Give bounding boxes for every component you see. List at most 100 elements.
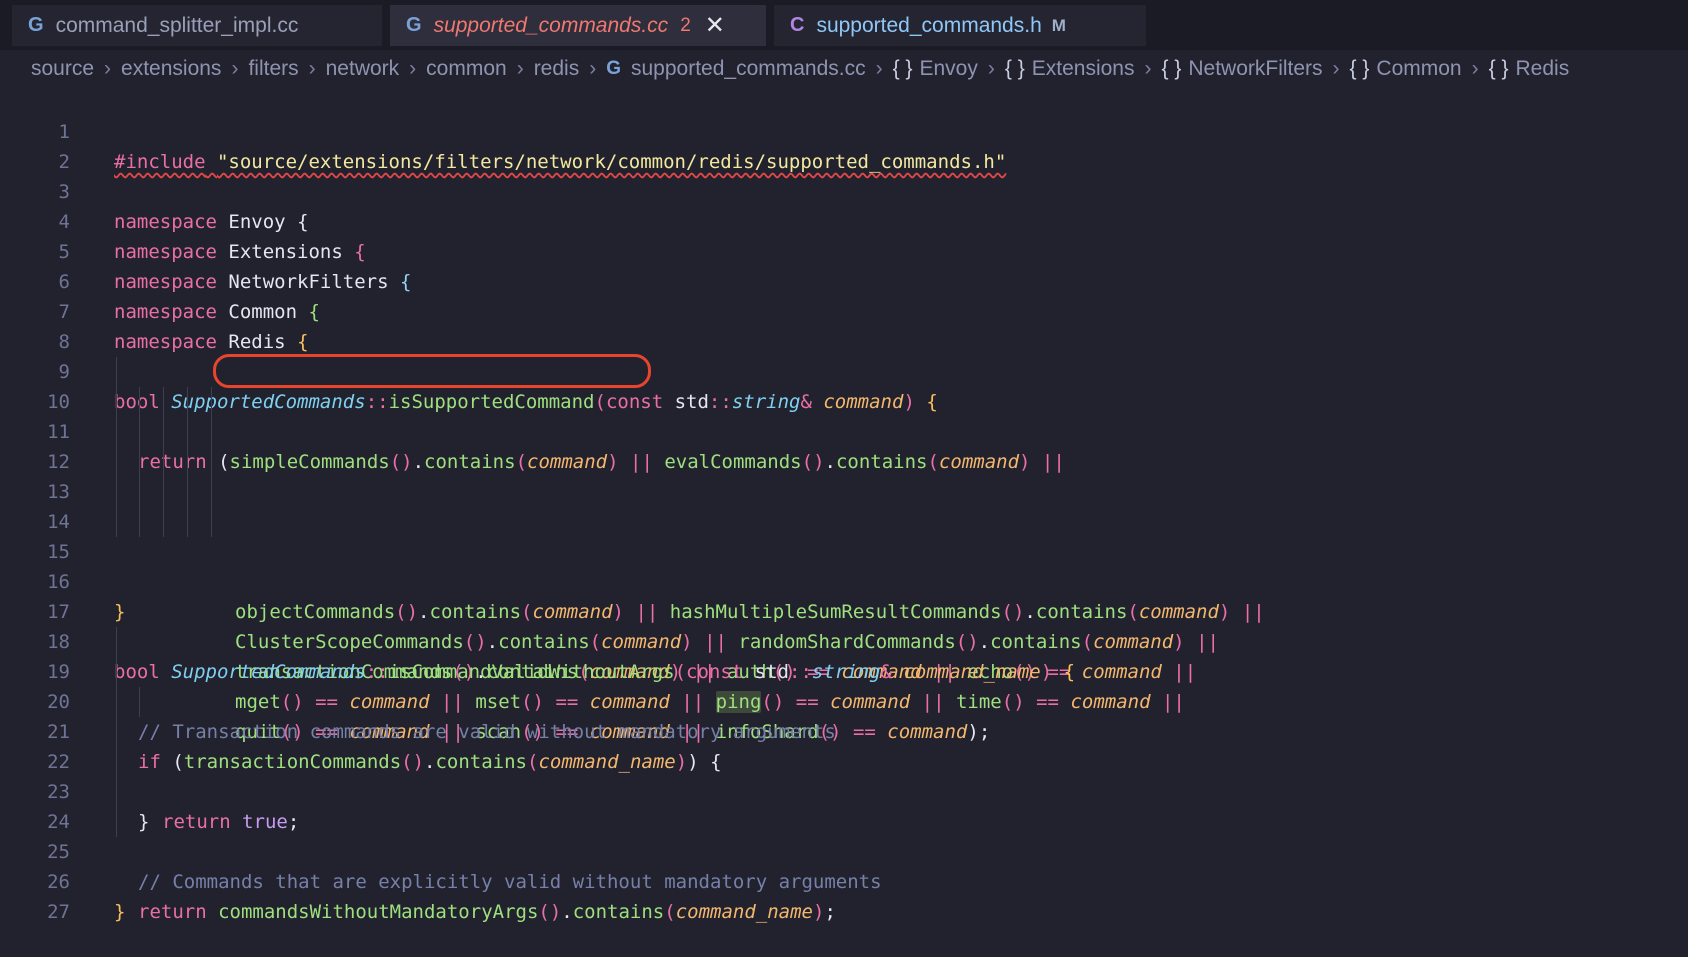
tab-label: supported_commands.h bbox=[816, 13, 1042, 37]
tab-label: command_splitter_impl.cc bbox=[55, 13, 299, 37]
code-line[interactable]: 4 namespace Extensions { bbox=[0, 177, 1688, 263]
close-icon[interactable]: ✕ bbox=[705, 11, 725, 40]
indent-guide bbox=[139, 417, 140, 447]
indent-guide bbox=[116, 807, 117, 837]
namespace-symbol-icon: { } bbox=[1004, 57, 1025, 80]
chevron-right-icon: › bbox=[1471, 57, 1479, 80]
chevron-right-icon: › bbox=[875, 57, 883, 80]
breadcrumb-folder[interactable]: source bbox=[31, 57, 94, 81]
indent-guide bbox=[139, 507, 140, 537]
code-line[interactable]: 6 namespace Common { bbox=[0, 237, 1688, 323]
code-line[interactable]: 21 return true; bbox=[0, 687, 1688, 833]
namespace-symbol-icon: { } bbox=[1349, 57, 1370, 80]
indent-guide bbox=[116, 627, 117, 657]
code-line[interactable]: 11 objectCommands().contains(command) ||… bbox=[0, 387, 1688, 623]
token: return bbox=[138, 901, 207, 923]
breadcrumb-folder[interactable]: filters bbox=[248, 57, 298, 81]
indent-guide bbox=[116, 657, 117, 687]
chevron-right-icon: › bbox=[1144, 57, 1152, 80]
chevron-right-icon: › bbox=[987, 57, 995, 80]
breadcrumb-folder[interactable]: extensions bbox=[121, 57, 221, 81]
indent-guide bbox=[211, 507, 212, 537]
indent-guide bbox=[163, 447, 164, 477]
code-line[interactable]: 19 // Transaction commands are valid wit… bbox=[0, 627, 1688, 743]
cpp-file-icon: G bbox=[28, 14, 44, 36]
code-line[interactable]: 7 namespace Redis { bbox=[0, 267, 1688, 353]
code-line[interactable]: 25 return commandsWithoutMandatoryArgs()… bbox=[0, 807, 1688, 923]
annotation-circle bbox=[213, 354, 651, 388]
problems-count-badge: 2 bbox=[680, 14, 691, 36]
code-text: return commandsWithoutMandatoryArgs().co… bbox=[138, 901, 836, 923]
code-line[interactable]: 17 bbox=[0, 567, 1688, 623]
code-line[interactable]: 9 bool SupportedCommands::isSupportedCom… bbox=[0, 327, 1688, 413]
line-number: 27 bbox=[47, 901, 70, 923]
indent-guide bbox=[211, 447, 212, 477]
namespace-symbol-icon: { } bbox=[1161, 57, 1182, 80]
indent-guide bbox=[139, 387, 140, 417]
indent-guide bbox=[139, 687, 140, 717]
indent-guide bbox=[116, 507, 117, 537]
modified-status-badge: M bbox=[1051, 15, 1066, 35]
indent-guide bbox=[116, 777, 117, 807]
indent-guide bbox=[116, 687, 117, 717]
code-line[interactable]: 3 namespace Envoy { bbox=[0, 147, 1688, 233]
tab-label: supported_commands.cc bbox=[433, 13, 669, 37]
chevron-right-icon: › bbox=[104, 57, 112, 80]
code-line[interactable]: 18 bool SupportedCommands::isCommandVali… bbox=[0, 597, 1688, 683]
code-line[interactable]: 27 bbox=[0, 867, 1688, 923]
chevron-right-icon: › bbox=[409, 57, 417, 80]
chevron-right-icon: › bbox=[589, 57, 597, 80]
code-line[interactable]: 22 } bbox=[0, 717, 1688, 833]
code-line[interactable]: 16 } bbox=[0, 537, 1688, 623]
code-line[interactable]: 23 bbox=[0, 747, 1688, 803]
indent-guide bbox=[211, 477, 212, 507]
breadcrumb-folder[interactable]: common bbox=[426, 57, 507, 81]
breadcrumb-folder[interactable]: redis bbox=[534, 57, 580, 81]
code-line[interactable]: 14 mget() == command || mset() == comman… bbox=[0, 477, 1688, 713]
indent-guide bbox=[116, 357, 117, 387]
breadcrumb: source › extensions › filters › network … bbox=[31, 54, 1569, 84]
code-line[interactable]: 1 #include "source/extensions/filters/ne… bbox=[0, 87, 1688, 173]
tab-bar: G command_splitter_impl.cc G supported_c… bbox=[0, 0, 1688, 50]
indent-guide bbox=[163, 387, 164, 417]
namespace-symbol-icon: { } bbox=[892, 57, 913, 80]
tab-supported-commands-h[interactable]: C supported_commands.h M bbox=[774, 5, 1146, 46]
indent-guide bbox=[116, 387, 117, 417]
indent-guide bbox=[139, 477, 140, 507]
code-line[interactable]: 8 bbox=[0, 297, 1688, 353]
code-editor[interactable]: 1 #include "source/extensions/filters/ne… bbox=[0, 87, 1688, 923]
indent-guide bbox=[116, 717, 117, 747]
chevron-right-icon: › bbox=[516, 57, 524, 80]
chevron-right-icon: › bbox=[1332, 57, 1340, 80]
code-line[interactable]: 13 transactionCommands().contains(comman… bbox=[0, 447, 1688, 683]
tab-supported-commands-cc[interactable]: G supported_commands.cc 2 ✕ bbox=[390, 5, 766, 46]
breadcrumb-symbol[interactable]: Common bbox=[1376, 57, 1461, 81]
breadcrumb-symbol[interactable]: Envoy bbox=[920, 57, 978, 81]
code-line[interactable]: 10 return (simpleCommands().contains(com… bbox=[0, 354, 1688, 473]
indent-guide bbox=[163, 477, 164, 507]
code-line[interactable]: 5 namespace NetworkFilters { bbox=[0, 207, 1688, 293]
token: contains bbox=[572, 901, 665, 923]
code-line[interactable]: 24 // Commands that are explicitly valid… bbox=[0, 777, 1688, 893]
indent-guide bbox=[116, 417, 117, 447]
code-line[interactable]: 2 bbox=[0, 117, 1688, 173]
indent-guide bbox=[116, 747, 117, 777]
indent-guide bbox=[163, 507, 164, 537]
chevron-right-icon: › bbox=[308, 57, 316, 80]
indent-guide bbox=[187, 477, 188, 507]
code-line[interactable]: 12 ClusterScopeCommands().contains(comma… bbox=[0, 417, 1688, 653]
indent-guide bbox=[187, 387, 188, 417]
token: command_name bbox=[675, 901, 813, 923]
breadcrumb-symbol[interactable]: NetworkFilters bbox=[1188, 57, 1322, 81]
code-line[interactable]: 26 } bbox=[0, 837, 1688, 923]
tab-command-splitter-impl[interactable]: G command_splitter_impl.cc bbox=[12, 5, 382, 46]
breadcrumb-file[interactable]: supported_commands.cc bbox=[631, 57, 866, 81]
indent-guide bbox=[187, 417, 188, 447]
namespace-symbol-icon: { } bbox=[1488, 57, 1509, 80]
breadcrumb-folder[interactable]: network bbox=[326, 57, 400, 81]
breadcrumb-symbol[interactable]: Redis bbox=[1516, 57, 1570, 81]
indent-guide bbox=[139, 447, 140, 477]
code-line[interactable]: 20 if (transactionCommands().contains(co… bbox=[0, 657, 1688, 773]
breadcrumb-symbol[interactable]: Extensions bbox=[1032, 57, 1135, 81]
code-line[interactable]: 15 quit() == command || scan() == comman… bbox=[0, 507, 1688, 743]
